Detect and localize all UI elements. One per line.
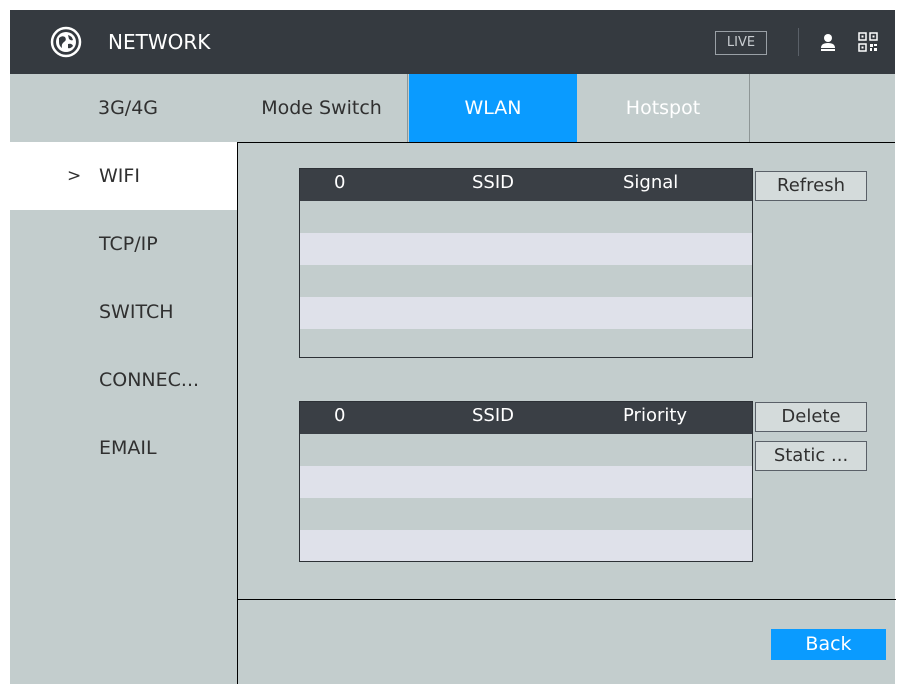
sidebar-item-label: EMAIL <box>99 437 157 459</box>
chevron-right-icon: > <box>67 166 82 186</box>
table-row[interactable] <box>300 329 752 357</box>
tab-label: 3G/4G <box>98 97 159 119</box>
tab-bar: 3G/4G Mode Switch WLAN Hotspot <box>10 74 895 142</box>
table-row[interactable] <box>300 498 752 530</box>
globe-icon <box>50 26 82 58</box>
header-divider <box>798 28 799 56</box>
table-row[interactable] <box>300 233 752 265</box>
sidebar-item-email[interactable]: EMAIL <box>10 414 237 482</box>
column-header-priority[interactable]: Priority <box>623 405 687 426</box>
table-row[interactable] <box>300 297 752 329</box>
sidebar-item-label: CONNEC... <box>99 369 200 391</box>
column-header-index[interactable]: 0 <box>334 405 345 426</box>
table-row[interactable] <box>300 434 752 466</box>
column-header-ssid[interactable]: SSID <box>472 172 514 193</box>
wifi-scan-table: 0 SSID Signal <box>299 168 753 358</box>
table-header: 0 SSID Signal <box>300 169 752 201</box>
sidebar: > WIFI TCP/IP SWITCH CONNEC... EMAIL <box>10 142 237 684</box>
title-bar: NETWORK LIVE <box>10 10 895 74</box>
delete-button[interactable]: Delete <box>755 402 867 432</box>
column-header-signal[interactable]: Signal <box>623 172 678 193</box>
sidebar-item-label: SWITCH <box>99 301 174 323</box>
table-row[interactable] <box>300 265 752 297</box>
tab-mode-switch[interactable]: Mode Switch <box>236 74 408 142</box>
sidebar-item-wifi[interactable]: > WIFI <box>10 142 237 210</box>
table-row[interactable] <box>300 201 752 233</box>
footer-divider <box>238 599 896 600</box>
live-button[interactable]: LIVE <box>715 31 767 55</box>
sidebar-item-switch[interactable]: SWITCH <box>10 278 237 346</box>
back-button[interactable]: Back <box>771 629 886 660</box>
user-icon[interactable] <box>818 32 838 52</box>
sidebar-item-label: TCP/IP <box>99 233 158 255</box>
column-header-ssid[interactable]: SSID <box>472 405 514 426</box>
table-row[interactable] <box>300 466 752 498</box>
sidebar-item-label: WIFI <box>99 165 140 187</box>
table-row[interactable] <box>300 530 752 561</box>
saved-networks-table: 0 SSID Priority <box>299 401 753 562</box>
table-header: 0 SSID Priority <box>300 402 752 434</box>
wifi-panel: 0 SSID Signal Refresh 0 SSID Priority De… <box>237 142 896 684</box>
static-button[interactable]: Static ... <box>755 441 867 471</box>
page-title: NETWORK <box>108 30 211 54</box>
qr-code-icon[interactable] <box>858 32 878 52</box>
column-header-index[interactable]: 0 <box>334 172 345 193</box>
sidebar-item-tcp-ip[interactable]: TCP/IP <box>10 210 237 278</box>
tab-wlan[interactable]: WLAN <box>409 74 577 142</box>
sidebar-item-connection[interactable]: CONNEC... <box>10 346 237 414</box>
tab-hotspot[interactable]: Hotspot <box>577 74 750 142</box>
refresh-button[interactable]: Refresh <box>755 171 867 201</box>
tab-3g-4g[interactable]: 3G/4G <box>10 74 236 142</box>
